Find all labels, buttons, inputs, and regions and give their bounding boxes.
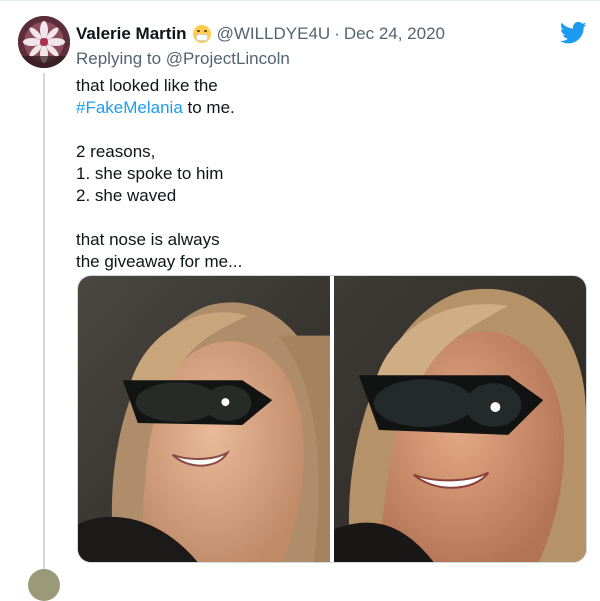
author-handle[interactable]: @WILLDYE4U: [217, 24, 331, 44]
tweet-date[interactable]: Dec 24, 2020: [344, 24, 445, 44]
thread-line: [43, 73, 45, 577]
replying-to-link[interactable]: @ProjectLincoln: [166, 49, 290, 68]
tweet-card[interactable]: Valerie Martin @WILLDYE4U · Dec 24, 2020…: [0, 0, 600, 601]
tweet-header: Valerie Martin @WILLDYE4U · Dec 24, 2020: [76, 23, 445, 45]
media-photo-1[interactable]: [78, 276, 330, 562]
twitter-bird-icon[interactable]: [560, 21, 587, 45]
author-name[interactable]: Valerie Martin: [76, 24, 187, 44]
text-line-2-rest: to me.: [182, 98, 235, 117]
text-line-2: #FakeMelania to me.: [76, 97, 242, 119]
text-line-6: that nose is always: [76, 230, 220, 249]
hashtag-link[interactable]: #FakeMelania: [76, 98, 183, 117]
media-photo-2[interactable]: [334, 276, 586, 562]
text-line-7: the giveaway for me...: [76, 252, 243, 271]
replying-to: Replying to @ProjectLincoln: [76, 49, 290, 69]
replying-prefix: Replying to: [76, 49, 166, 68]
author-avatar[interactable]: [18, 16, 70, 68]
text-line-4: 1. she spoke to him: [76, 164, 224, 183]
next-tweet-avatar[interactable]: [28, 569, 60, 601]
face-with-medical-mask-emoji: [192, 25, 211, 43]
separator-dot: ·: [334, 24, 340, 43]
text-line-5: 2. she waved: [76, 186, 177, 205]
media-grid: [77, 275, 587, 563]
tweet-text: that looked like the #FakeMelania to me.…: [76, 75, 242, 273]
text-line-3: 2 reasons,: [76, 142, 156, 161]
text-line-1: that looked like the: [76, 76, 218, 95]
